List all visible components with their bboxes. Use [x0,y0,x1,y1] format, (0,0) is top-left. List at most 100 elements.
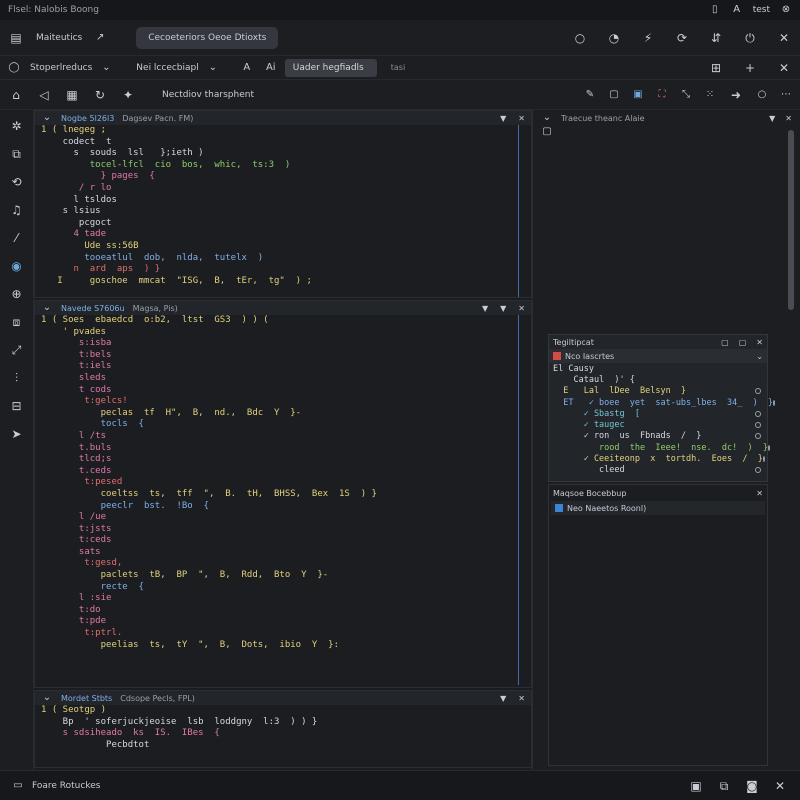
edit-box-icon[interactable]: ⧉ [9,146,25,162]
refresh-icon[interactable]: ↻ [92,87,108,103]
window-control-2[interactable]: test [753,5,770,15]
radio-dot-icon[interactable] [767,444,770,451]
forward-arrow-icon[interactable]: ➜ [728,87,744,103]
circle-icon[interactable]: ○ [572,30,588,46]
pane-tab[interactable]: Navede S7606u [61,304,125,313]
scrollbar[interactable] [518,125,519,297]
text-style-icon[interactable]: Ai [265,62,277,74]
panel-row[interactable]: Cataul )' { [549,374,767,385]
more-icon[interactable]: ⋯ [780,89,792,101]
pane-tab[interactable]: Nogbe 5l26l3 [61,114,114,123]
chevron-down-icon[interactable]: ⌄ [41,692,53,704]
radio-dot-icon[interactable] [755,388,761,395]
color-picker-icon[interactable]: ◉ [9,258,25,274]
circle-icon[interactable]: ○ [756,89,768,101]
crop-icon[interactable]: ⛶ [656,89,668,101]
layers-icon[interactable]: ⧉ [716,778,732,794]
checkbox-icon[interactable]: ▢ [541,126,553,138]
radio-dot-icon[interactable] [762,456,765,463]
scale-icon[interactable]: ⤢ [9,342,25,358]
transform-icon[interactable]: ⤡ [680,89,692,101]
panel-row[interactable]: E Lal lDee Belsyn } [549,386,767,397]
window-control-1[interactable]: A [731,4,743,16]
magic-wand-icon[interactable]: ⚡ [640,30,656,46]
code-block[interactable]: 1 ( lnegeg ; codect t s souds lsl };ieth… [35,125,531,287]
camera-icon[interactable]: ◙ [744,778,760,794]
dropdown-triangle-icon[interactable]: ▼ [500,304,506,313]
music-icon[interactable]: ♫ [9,202,25,218]
power-icon[interactable]: ⏻ [742,30,758,46]
panel-row[interactable]: ✓ taugec [549,419,767,430]
sparkle-icon[interactable]: ✦ [120,87,136,103]
calendar-icon[interactable]: ▦ [64,87,80,103]
menu-toggle-icon[interactable]: ▤ [8,30,24,46]
close-icon[interactable]: ✕ [518,694,525,703]
panel-row[interactable]: ET ✓ boee yet sat-ubs_lbes 34_ ) } [549,397,776,408]
plus-icon[interactable]: + [742,60,758,76]
panel-row[interactable]: ✓ ron us Fbnads / } [549,431,767,442]
close-icon[interactable]: ✕ [756,489,763,498]
panel-row[interactable]: ✓ Sbastg [ [549,408,767,419]
status-icon[interactable]: ▭ [12,780,24,792]
arrow-icon[interactable]: ↗ [94,32,106,44]
radio-dot-icon[interactable] [755,422,761,429]
chevron-down-icon[interactable]: ⌄ [100,62,112,74]
timer-icon[interactable]: ◔ [606,30,622,46]
image-grid-icon[interactable]: ⊟ [9,398,25,414]
dropdown-selector[interactable]: Stoperlreducs [30,63,92,73]
code-block[interactable]: 1 ( Seotgp ) Bp ' soferjuckjeoise lsb lo… [35,705,531,751]
square-icon[interactable]: ▢ [608,89,620,101]
grid-dots-icon[interactable]: ⁙ [704,89,716,101]
sync-icon[interactable]: ⟳ [674,30,690,46]
chevron-down-icon[interactable]: ⌄ [41,302,53,314]
dropdown-triangle-icon[interactable]: ▼ [500,114,506,123]
image-icon[interactable]: ▣ [688,778,704,794]
radio-dot-icon[interactable] [755,410,761,417]
dropdown-triangle-icon[interactable]: ▼ [769,114,775,123]
panel-row[interactable]: cleed [549,465,767,476]
chevron-down-icon[interactable]: ⌄ [41,112,53,124]
chevron-down-icon[interactable]: ⌄ [541,112,553,124]
maximize-icon[interactable]: ▢ [739,338,747,347]
code-block[interactable]: 1 ( Soes ebaedcd o:b2, ltst GS3 ) ) ( ' … [35,315,531,651]
pen-icon[interactable]: ⁄ [9,230,25,246]
document-tab[interactable]: Cecoeteriors Oeoe Dtioxts [136,26,279,49]
add-circle-icon[interactable]: ⊕ [9,286,25,302]
sparkle-icon[interactable]: ✲ [9,118,25,134]
close-icon[interactable]: ✕ [785,114,792,123]
editor-pane[interactable]: ⌄ Nogbe 5l26l3 Dagsev Pacn. FM) ▼ ✕ 1 ( … [34,110,532,298]
font-icon[interactable]: A [241,62,253,74]
dropdown-triangle-icon[interactable]: ▼ [500,694,506,703]
radio-dot-icon[interactable] [773,399,776,406]
panel-row[interactable]: El Causy [549,363,767,374]
close-icon[interactable]: ✕ [776,30,792,46]
editor-pane[interactable]: ⌄ Mordet Stbts Cdsope Pecls, FPL) ▼ ✕ 1 … [34,690,532,768]
scrollbar[interactable] [518,315,519,685]
close-icon[interactable]: ✕ [776,60,792,76]
home-icon[interactable]: ⌂ [8,87,24,103]
sort-icon[interactable]: ⇵ [708,30,724,46]
pane-tab[interactable]: Mordet Stbts [61,694,112,703]
list-item[interactable]: Neo Naeetos Roonl) [551,501,765,515]
menu-label[interactable]: Maiteutics [36,33,82,43]
image-icon[interactable]: ▣ [632,89,644,101]
navigation-icon[interactable]: ◁ [36,87,52,103]
panel-row[interactable]: ✓ Ceeiteonp x tortdh. Eoes / } [549,453,767,464]
text-input[interactable]: Uader hegfiadls [284,58,377,77]
brush-icon[interactable]: ⟲ [9,174,25,190]
radio-icon[interactable]: ◯ [8,62,20,74]
minimize-icon[interactable]: ▢ [721,338,729,347]
pencil-icon[interactable]: ✎ [584,89,596,101]
transform-icon[interactable]: ⧈ [9,314,25,330]
close-icon[interactable]: ✕ [756,338,763,347]
window-close-icon[interactable]: ⊗ [780,4,792,16]
send-icon[interactable]: ➤ [9,426,25,442]
radio-dot-icon[interactable] [755,433,761,440]
grid-icon[interactable]: ⊞ [708,60,724,76]
panel-row[interactable]: rood the Ieee! nse. dc! ) } [549,442,770,453]
align-icon[interactable]: ⫶ [9,370,25,386]
chevron-down-icon[interactable]: ⌄ [756,352,763,361]
dropdown-triangle-icon[interactable]: ▼ [482,304,488,313]
window-control-0[interactable]: ▯ [709,4,721,16]
close-icon[interactable]: ✕ [518,114,525,123]
